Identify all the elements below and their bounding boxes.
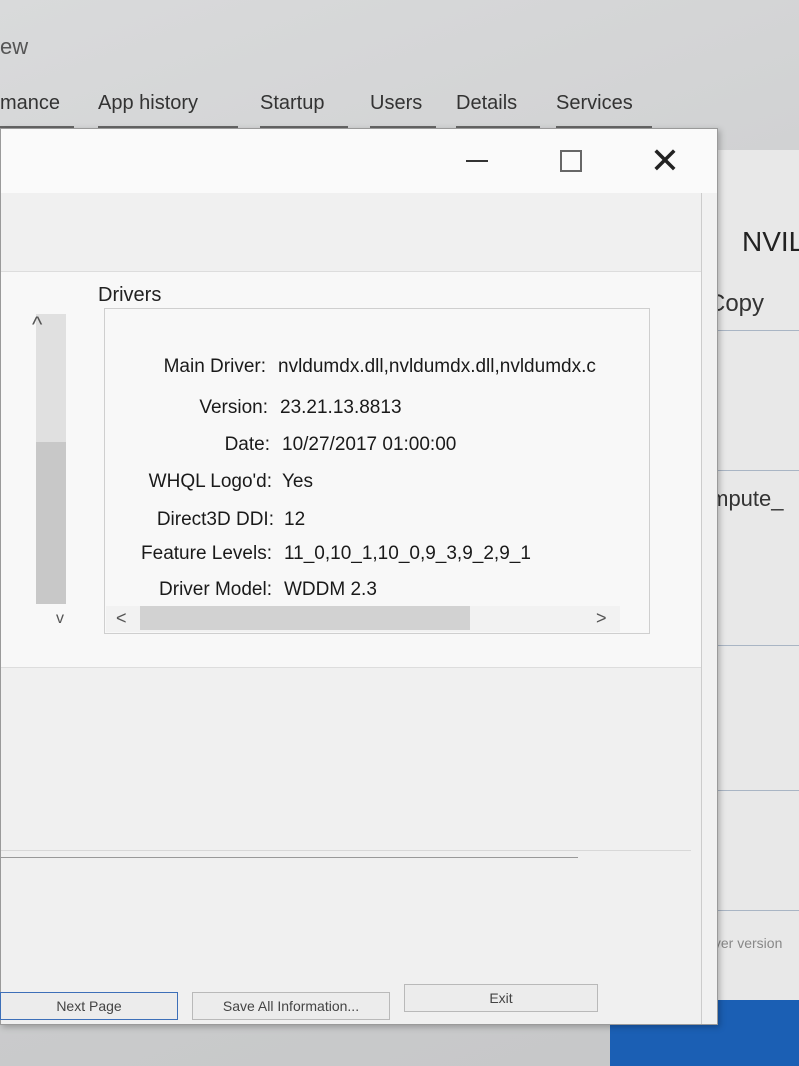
close-button[interactable]: ✕ (635, 139, 695, 183)
main-driver-value: nvldumdx.dll,nvldumdx.dll,nvldumdx.c (278, 356, 596, 377)
task-manager-tabbar: mance App history Startup Users Details … (0, 88, 660, 128)
tab-users[interactable]: Users (370, 88, 436, 128)
main-driver-label: Main Driver: (163, 356, 266, 377)
date-value: 10/27/2017 01:00:00 (282, 434, 457, 455)
tab-services[interactable]: Services (556, 88, 652, 128)
scroll-right-arrow-icon[interactable]: > (596, 608, 607, 629)
exit-button[interactable]: Exit (404, 984, 598, 1012)
next-page-button[interactable]: Next Page (0, 992, 178, 1020)
tab-app-history[interactable]: App history (98, 88, 238, 128)
horizontal-scroll-thumb[interactable] (140, 606, 470, 630)
whql-label: WHQL Logo'd: (148, 471, 272, 492)
whql-value: Yes (282, 471, 313, 492)
direct3d-ddi-value: 12 (284, 509, 306, 530)
feature-levels-value: 11_0,10_1,10_0,9_3,9_2,9_1 (284, 543, 531, 564)
maximize-icon (560, 150, 582, 172)
menu-fragment: ew (0, 34, 29, 59)
notes-area (1, 850, 691, 1061)
driver-model-value: WDDM 2.3 (284, 579, 377, 600)
scroll-left-arrow-icon[interactable]: < (116, 608, 127, 629)
tab-startup[interactable]: Startup (260, 88, 348, 128)
version-value: 23.21.13.8813 (280, 397, 402, 418)
save-all-information-button[interactable]: Save All Information... (192, 992, 390, 1020)
minimize-icon (466, 160, 488, 162)
scroll-down-arrow-icon[interactable]: v (56, 610, 64, 628)
date-label: Date: (224, 434, 270, 455)
driver-model-label: Driver Model: (159, 579, 272, 600)
title-bar: ✕ (1, 129, 717, 193)
tab-performance[interactable]: mance (0, 88, 74, 128)
direct3d-ddi-label: Direct3D DDI: (156, 509, 274, 530)
feature-levels-label: Feature Levels: (141, 543, 272, 564)
scroll-up-arrow-icon[interactable]: ^ (32, 312, 42, 338)
drivers-group-label: Drivers (94, 284, 166, 307)
vertical-scroll-thumb[interactable] (36, 442, 66, 604)
gpu-name: NVIL (742, 226, 799, 257)
minimize-button[interactable] (447, 139, 507, 183)
divider (0, 857, 578, 858)
version-label: Version: (199, 397, 268, 418)
tab-details[interactable]: Details (456, 88, 540, 128)
maximize-button[interactable] (541, 139, 601, 183)
close-icon: ✕ (649, 140, 681, 181)
